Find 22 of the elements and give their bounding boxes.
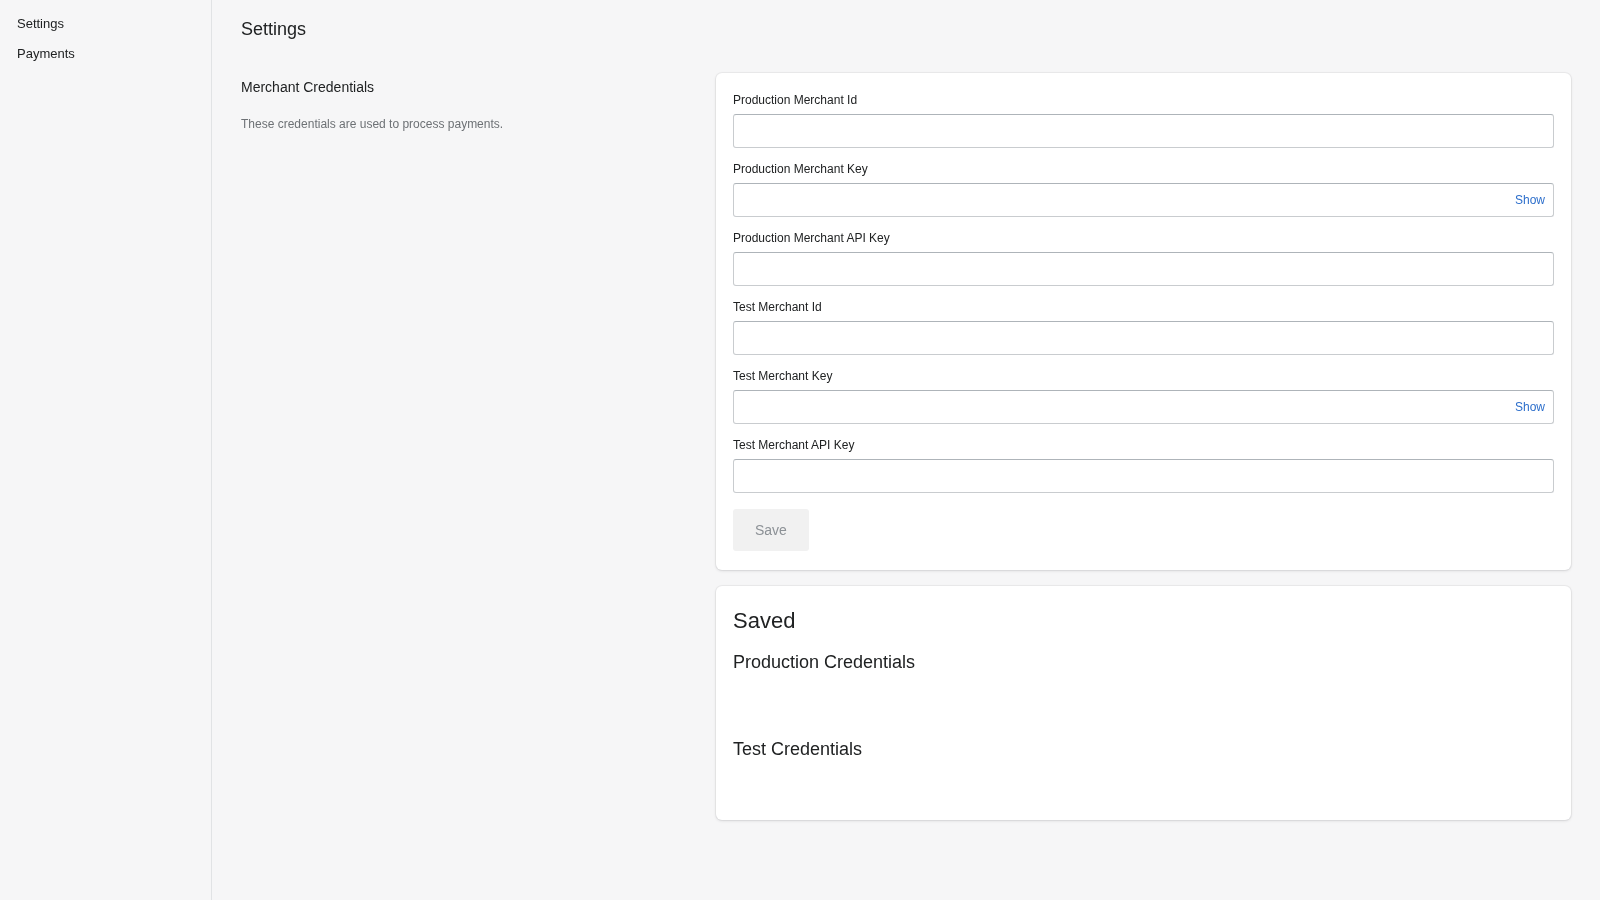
field-label: Production Merchant API Key: [733, 231, 891, 245]
field-label: Test Merchant Key: [733, 369, 834, 383]
input-field[interactable]: [733, 252, 1554, 286]
section-title: Merchant Credentials: [241, 79, 376, 95]
show-link[interactable]: Show: [1514, 193, 1545, 207]
field-label: Production Merchant Id: [733, 93, 859, 107]
input-field[interactable]: Show: [733, 183, 1554, 217]
saved-title: Saved: [733, 608, 797, 634]
input-field[interactable]: [733, 321, 1554, 355]
input-field[interactable]: [733, 114, 1554, 148]
input-field[interactable]: Show: [733, 390, 1554, 424]
input-field[interactable]: [733, 459, 1554, 493]
sidebar-item[interactable]: Settings: [17, 16, 211, 31]
field-label: Production Merchant Key: [733, 162, 869, 176]
page-title: Settings: [241, 19, 308, 40]
group-title: Test Credentials: [733, 739, 864, 760]
show-link[interactable]: Show: [1514, 400, 1545, 414]
field-label: Test Merchant Id: [733, 300, 823, 314]
field-label: Test Merchant API Key: [733, 438, 856, 452]
group-title: Production Credentials: [733, 652, 917, 673]
sidebar-item[interactable]: Payments: [17, 46, 211, 61]
section-description: These credentials are used to process payments.: [241, 117, 505, 131]
